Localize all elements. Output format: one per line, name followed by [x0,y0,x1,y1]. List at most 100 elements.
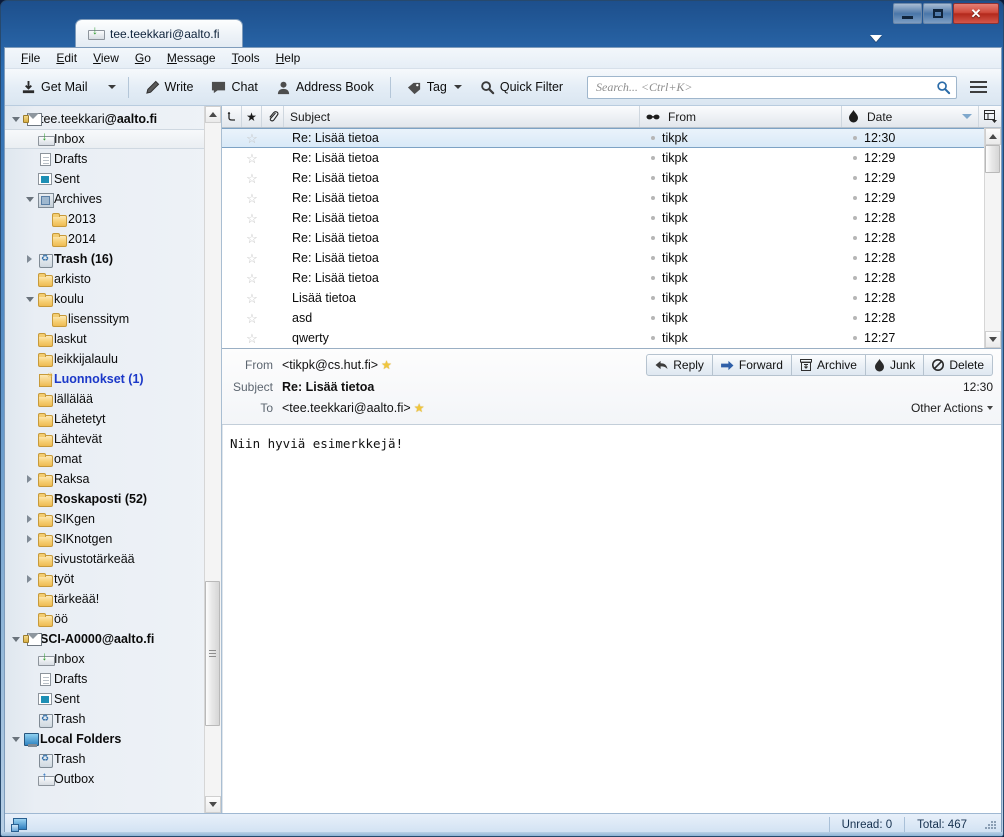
star-toggle[interactable]: ☆ [242,252,262,265]
folder-item-lisenssitym[interactable]: lisenssitym [5,309,204,329]
scroll-down-button[interactable] [205,796,221,813]
menu-view[interactable]: View [85,49,127,67]
column-picker-button[interactable] [979,106,1001,127]
chevron-down-icon[interactable] [9,116,22,122]
folder-item-[interactable]: öö [5,609,204,629]
chevron-down-icon[interactable] [9,736,22,742]
table-row[interactable]: ☆ Re: Lisää tietoa tikpk 12:28 [222,268,984,288]
folder-item-t-rke[interactable]: tärkeää! [5,589,204,609]
folder-item-l-ll-l[interactable]: lällälää [5,389,204,409]
star-toggle[interactable]: ☆ [242,152,262,165]
folder-item-inbox[interactable]: Inbox [5,129,204,149]
menu-tools[interactable]: Tools [224,49,268,67]
scroll-up-button[interactable] [985,128,1001,145]
scroll-down-button[interactable] [985,331,1001,348]
folder-item-inbox[interactable]: Inbox [5,649,204,669]
add-contact-star-icon[interactable]: ★ [414,402,425,414]
delete-button[interactable]: Delete [924,354,993,376]
folder-item-2013[interactable]: 2013 [5,209,204,229]
folder-item-drafts[interactable]: Drafts [5,669,204,689]
column-header-subject[interactable]: Subject [284,106,640,127]
folder-item-2014[interactable]: 2014 [5,229,204,249]
folder-pane-scrollbar[interactable] [204,106,221,813]
write-button[interactable]: Write [137,75,202,100]
archive-button[interactable]: Archive [791,354,866,376]
folder-item-raksa[interactable]: Raksa [5,469,204,489]
search-input[interactable]: Search... <Ctrl+K> [587,75,957,99]
table-row[interactable]: ☆ qwerty tikpk 12:27 [222,328,984,348]
chevron-right-icon[interactable] [23,575,36,583]
add-contact-star-icon[interactable]: ★ [381,359,392,371]
chevron-right-icon[interactable] [23,515,36,523]
scroll-track[interactable] [985,145,1001,331]
chevron-down-icon[interactable] [23,296,36,302]
resize-grip-icon[interactable] [983,818,997,832]
folder-item-sent[interactable]: Sent [5,689,204,709]
table-row[interactable]: ☆ Re: Lisää tietoa tikpk 12:29 [222,148,984,168]
table-row[interactable]: ☆ Re: Lisää tietoa tikpk 12:29 [222,168,984,188]
star-toggle[interactable]: ☆ [242,212,262,225]
star-toggle[interactable]: ☆ [242,312,262,325]
folder-item-sivustot-rke[interactable]: sivustotärkeää [5,549,204,569]
star-toggle[interactable]: ☆ [242,192,262,205]
column-header-star[interactable]: ★ [242,106,262,127]
junk-button[interactable]: Junk [865,354,925,376]
folder-item-outbox[interactable]: Outbox [5,769,204,789]
star-toggle[interactable]: ☆ [242,292,262,305]
quick-filter-button[interactable]: Quick Filter [472,75,571,100]
to-value[interactable]: <tee.teekkari@aalto.fi> ★ [282,401,425,415]
folder-item-arkisto[interactable]: arkisto [5,269,204,289]
menu-go[interactable]: Go [127,49,159,67]
scroll-thumb[interactable] [985,145,1000,173]
folder-item-trash-16[interactable]: Trash (16) [5,249,204,269]
star-toggle[interactable]: ☆ [242,332,262,345]
folder-item-trash[interactable]: Trash [5,709,204,729]
menu-help[interactable]: Help [268,49,309,67]
scroll-track[interactable] [205,123,221,796]
reply-button[interactable]: Reply [646,354,713,376]
table-row[interactable]: ☆ Re: Lisää tietoa tikpk 12:28 [222,248,984,268]
column-header-thread[interactable] [222,106,242,127]
column-header-attachment[interactable] [262,106,284,127]
chevron-right-icon[interactable] [23,255,36,263]
tag-button[interactable]: Tag [399,75,470,100]
folder-item-omat[interactable]: omat [5,449,204,469]
address-book-button[interactable]: Address Book [268,75,382,100]
table-row[interactable]: ☆ Re: Lisää tietoa tikpk 12:29 [222,188,984,208]
get-mail-dropdown[interactable] [98,80,120,94]
folder-item-sikgen[interactable]: SIKgen [5,509,204,529]
folder-item-drafts[interactable]: Drafts [5,149,204,169]
table-row[interactable]: ☆ Re: Lisää tietoa tikpk 12:30 [222,128,984,148]
app-menu-button[interactable] [966,78,991,96]
folder-item-ty-t[interactable]: työt [5,569,204,589]
folder-item-sci-a0000-aalto-fi[interactable]: SCI-A0000@aalto.fi [5,629,204,649]
star-toggle[interactable]: ☆ [242,232,262,245]
folder-item-l-htev-t[interactable]: Lähtevät [5,429,204,449]
star-toggle[interactable]: ☆ [242,172,262,185]
from-value[interactable]: <tikpk@cs.hut.fi> ★ [282,358,392,372]
message-list-scrollbar[interactable] [984,128,1001,348]
menu-edit[interactable]: Edit [48,49,85,67]
star-toggle[interactable]: ☆ [242,132,262,145]
folder-item-l-hetetyt[interactable]: Lähetetyt [5,409,204,429]
folder-item-sent[interactable]: Sent [5,169,204,189]
get-mail-button[interactable]: Get Mail [13,75,96,100]
folder-item-siknotgen[interactable]: SIKnotgen [5,529,204,549]
chat-button[interactable]: Chat [203,75,265,100]
folder-item-koulu[interactable]: koulu [5,289,204,309]
menu-file[interactable]: File [13,49,48,67]
menu-message[interactable]: Message [159,49,224,67]
folder-item-leikkijalaulu[interactable]: leikkijalaulu [5,349,204,369]
chevron-right-icon[interactable] [23,475,36,483]
folder-item-roskaposti-52[interactable]: Roskaposti (52) [5,489,204,509]
chevron-down-icon[interactable] [23,196,36,202]
other-actions-button[interactable]: Other Actions [911,401,993,415]
forward-button[interactable]: Forward [712,354,792,376]
tab-list-chevron-down-icon[interactable] [870,35,882,42]
table-row[interactable]: ☆ Re: Lisää tietoa tikpk 12:28 [222,228,984,248]
tab-mail[interactable]: tee.teekkari@aalto.fi [75,19,243,47]
folder-item-tee-teekkari[interactable]: tee.teekkari@aalto.fi [5,109,204,129]
folder-item-trash[interactable]: Trash [5,749,204,769]
table-row[interactable]: ☆ asd tikpk 12:28 [222,308,984,328]
column-header-from[interactable]: From [640,106,842,127]
